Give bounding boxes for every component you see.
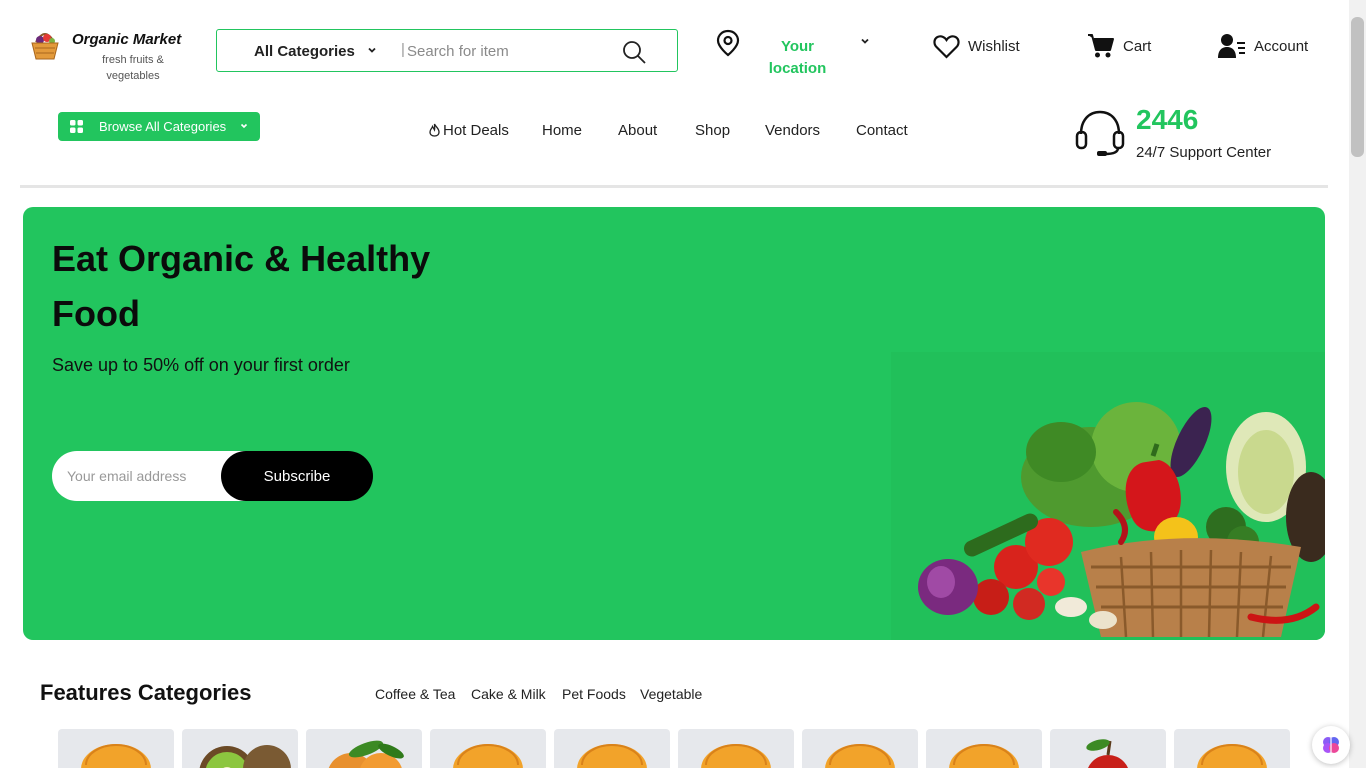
category-card[interactable] (926, 729, 1042, 768)
burger-icon (701, 744, 771, 768)
cart-link[interactable]: Cart (1087, 29, 1151, 63)
browse-label: Browse All Categories (99, 119, 227, 134)
burger-icon (577, 744, 647, 768)
header-divider (20, 185, 1328, 188)
burger-icon (81, 744, 151, 768)
nav-shop[interactable]: Shop (695, 120, 730, 140)
chevron-down-icon[interactable] (366, 44, 378, 56)
nav-label: About (618, 121, 658, 139)
location-pin-icon[interactable] (715, 29, 741, 57)
category-card[interactable] (430, 729, 546, 768)
location-label[interactable]: Your location (760, 36, 835, 80)
category-card[interactable] (554, 729, 670, 768)
nav-label: Vendors (765, 121, 821, 139)
features-title: Features Categories (40, 680, 252, 705)
hero-banner: Eat Organic & Healthy Food Save up to 50… (23, 207, 1325, 640)
flame-icon (429, 123, 440, 137)
nav-label: Shop (695, 121, 731, 139)
category-card[interactable] (1174, 729, 1290, 768)
grid-icon (70, 120, 83, 133)
support-number: 2446 (1136, 104, 1199, 135)
category-card[interactable] (306, 729, 422, 768)
support-label: 24/7 Support Center (1136, 144, 1272, 161)
category-cards (58, 729, 1290, 768)
category-card[interactable] (182, 729, 298, 768)
headset-icon (1075, 110, 1125, 156)
logo[interactable]: Organic Market fresh fruits & vegetables (28, 26, 198, 86)
nav-label: Home (542, 121, 583, 139)
search-icon[interactable] (621, 39, 647, 65)
browse-categories-button[interactable]: Browse All Categories (58, 112, 260, 141)
category-card[interactable] (678, 729, 794, 768)
category-card[interactable] (58, 729, 174, 768)
account-label: Account (1254, 37, 1309, 55)
cart-icon (1088, 34, 1114, 58)
burger-icon (949, 744, 1019, 768)
brand-name: Organic Market (72, 31, 182, 48)
category-card[interactable] (1050, 729, 1166, 768)
apple-icon (1086, 739, 1129, 768)
peach-icon (328, 740, 404, 768)
hero-title: Eat Organic & Healthy Food (52, 238, 431, 334)
search-separator: | (401, 41, 405, 58)
subscribe-button[interactable]: Subscribe (221, 451, 373, 501)
heart-icon (933, 34, 960, 59)
scrollbar[interactable] (1349, 0, 1366, 768)
tab-vegetable[interactable]: Vegetable (640, 686, 702, 702)
nav-label: Contact (856, 121, 908, 139)
brain-icon (1323, 737, 1339, 753)
nav-hot-deals[interactable]: Hot Deals (429, 120, 509, 140)
nav-contact[interactable]: Contact (856, 120, 908, 140)
search-input[interactable] (407, 38, 607, 64)
assistant-button[interactable] (1312, 726, 1350, 764)
kiwi-icon (199, 745, 291, 768)
tab-coffee-tea[interactable]: Coffee & Tea (375, 686, 455, 702)
chevron-down-icon (240, 123, 248, 129)
nav-about[interactable]: About (618, 120, 657, 140)
scrollbar-thumb[interactable] (1351, 17, 1364, 157)
tab-pet-foods[interactable]: Pet Foods (562, 686, 626, 702)
nav-label: Hot Deals (443, 121, 509, 139)
cart-label: Cart (1123, 37, 1152, 55)
search-bar: All Categories | (216, 29, 678, 72)
category-select[interactable]: All Categories (254, 43, 355, 60)
basket-logo-icon (31, 33, 59, 60)
wishlist-label: Wishlist (968, 37, 1020, 55)
user-icon (1218, 34, 1245, 58)
nav-home[interactable]: Home (542, 120, 582, 140)
chevron-down-icon[interactable] (859, 35, 871, 47)
account-link[interactable]: Account (1218, 29, 1308, 63)
nav-vendors[interactable]: Vendors (765, 120, 820, 140)
category-card[interactable] (802, 729, 918, 768)
vegetable-basket-image (891, 352, 1325, 640)
brand-tagline: fresh fruits & vegetables (102, 54, 164, 82)
tab-cake-milk[interactable]: Cake & Milk (471, 686, 546, 702)
burger-icon (825, 744, 895, 768)
hero-subtitle: Save up to 50% off on your first order (52, 355, 350, 375)
burger-icon (1197, 744, 1267, 768)
burger-icon (453, 744, 523, 768)
wishlist-link[interactable]: Wishlist (933, 29, 1020, 63)
